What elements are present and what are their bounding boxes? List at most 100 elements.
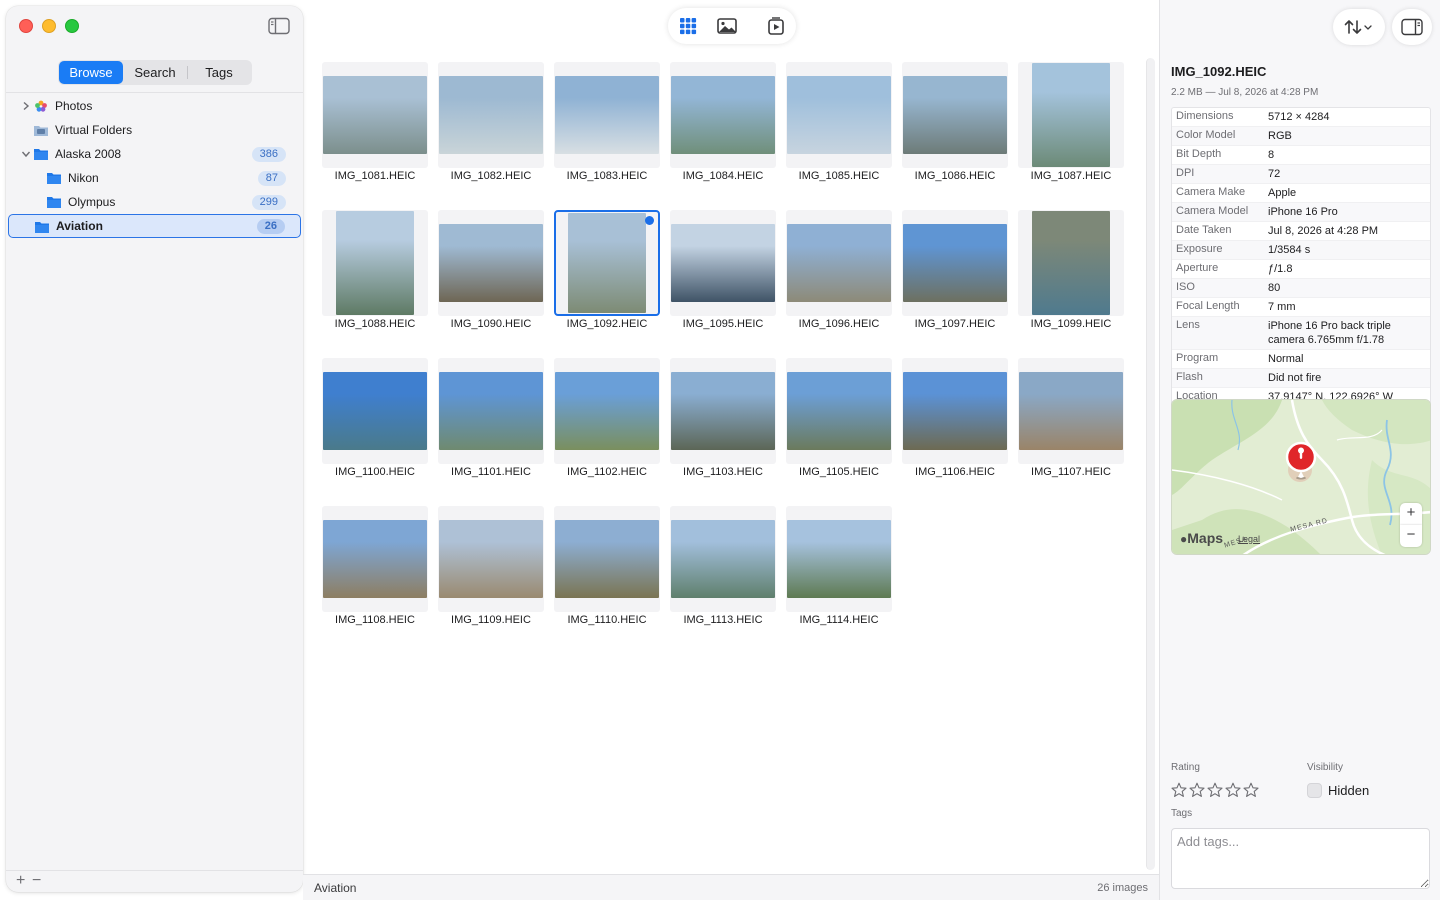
- hidden-checkbox[interactable]: [1307, 783, 1322, 798]
- close-window-button[interactable]: [19, 19, 33, 33]
- thumbnail-item[interactable]: IMG_1102.HEIC: [554, 358, 660, 484]
- location-map[interactable]: MESA RD MESA ●Maps Legal + −: [1171, 399, 1431, 555]
- photo-thumbnail: [439, 372, 543, 450]
- tags-input[interactable]: [1171, 828, 1430, 889]
- thumbnail-frame[interactable]: [438, 62, 544, 168]
- thumbnail-frame[interactable]: [1018, 358, 1124, 464]
- sidebar-item-aviation[interactable]: Aviation 26: [8, 214, 301, 238]
- photo-thumbnail: [903, 224, 1007, 302]
- thumbnail-frame[interactable]: [786, 62, 892, 168]
- thumbnail-item[interactable]: IMG_1092.HEIC: [554, 210, 660, 336]
- metadata-row: Focal Length 7 mm: [1172, 298, 1430, 317]
- thumbnail-filename: IMG_1083.HEIC: [566, 170, 648, 182]
- tags-label: Tags: [1171, 808, 1193, 819]
- map-zoom-out-button[interactable]: −: [1400, 525, 1422, 547]
- thumbnail-frame[interactable]: [786, 358, 892, 464]
- metadata-key: Focal Length: [1176, 300, 1240, 312]
- sidebar-item-label: Alaska 2008: [55, 147, 122, 161]
- tab-tags[interactable]: Tags: [188, 61, 250, 84]
- thumbnail-item[interactable]: IMG_1099.HEIC: [1018, 210, 1124, 336]
- thumbnail-frame[interactable]: [554, 62, 660, 168]
- thumbnail-frame[interactable]: [438, 358, 544, 464]
- thumbnail-frame[interactable]: [786, 210, 892, 316]
- sidebar-item-alaska-2008[interactable]: Alaska 2008 386: [6, 142, 303, 166]
- sidebar-item-label: Aviation: [56, 219, 103, 233]
- photo-view-icon[interactable]: [717, 17, 737, 35]
- star-icon[interactable]: [1171, 782, 1187, 798]
- thumbnail-item[interactable]: IMG_1113.HEIC: [670, 506, 776, 632]
- thumbnail-frame[interactable]: [670, 358, 776, 464]
- thumbnail-item[interactable]: IMG_1107.HEIC: [1018, 358, 1124, 484]
- thumbnail-frame[interactable]: [322, 358, 428, 464]
- thumbnail-frame[interactable]: [322, 210, 428, 316]
- metadata-row: Camera Make Apple: [1172, 184, 1430, 203]
- thumbnail-item[interactable]: IMG_1096.HEIC: [786, 210, 892, 336]
- thumbnail-frame[interactable]: [1018, 62, 1124, 168]
- thumbnail-frame[interactable]: [902, 62, 1008, 168]
- thumbnail-item[interactable]: IMG_1105.HEIC: [786, 358, 892, 484]
- thumbnail-item[interactable]: IMG_1103.HEIC: [670, 358, 776, 484]
- thumbnail-item[interactable]: IMG_1100.HEIC: [322, 358, 428, 484]
- add-folder-button[interactable]: +: [16, 873, 25, 889]
- map-zoom-in-button[interactable]: +: [1400, 503, 1422, 525]
- thumbnail-item[interactable]: IMG_1109.HEIC: [438, 506, 544, 632]
- thumbnail-item[interactable]: IMG_1086.HEIC: [902, 62, 1008, 188]
- thumbnail-filename: IMG_1101.HEIC: [451, 466, 531, 478]
- tab-browse[interactable]: Browse: [59, 61, 123, 84]
- thumbnail-frame[interactable]: [554, 358, 660, 464]
- thumbnail-item[interactable]: IMG_1110.HEIC: [554, 506, 660, 632]
- thumbnail-item[interactable]: IMG_1083.HEIC: [554, 62, 660, 188]
- star-icon[interactable]: [1189, 782, 1205, 798]
- thumbnail-frame[interactable]: [438, 506, 544, 612]
- divider: [6, 92, 303, 93]
- sidebar-toggle-icon[interactable]: [268, 17, 290, 35]
- thumbnail-frame[interactable]: [902, 358, 1008, 464]
- thumbnail-item[interactable]: IMG_1114.HEIC: [786, 506, 892, 632]
- thumbnail-frame[interactable]: [1018, 210, 1124, 316]
- star-icon[interactable]: [1243, 782, 1259, 798]
- sidebar-item-nikon[interactable]: Nikon 87: [6, 166, 303, 190]
- thumbnail-frame[interactable]: [786, 506, 892, 612]
- sidebar-item-photos[interactable]: Photos: [6, 94, 303, 118]
- thumbnail-frame[interactable]: [670, 506, 776, 612]
- thumbnail-frame[interactable]: [554, 210, 660, 316]
- thumbnail-frame[interactable]: [554, 506, 660, 612]
- map-legal-link[interactable]: Legal: [1238, 534, 1260, 544]
- chevron-right-icon[interactable]: [21, 101, 31, 111]
- thumbnail-frame[interactable]: [670, 210, 776, 316]
- thumbnail-item[interactable]: IMG_1081.HEIC: [322, 62, 428, 188]
- chevron-down-icon[interactable]: [21, 149, 31, 159]
- thumbnail-frame[interactable]: [322, 62, 428, 168]
- thumbnail-frame[interactable]: [322, 506, 428, 612]
- thumbnail-item[interactable]: IMG_1087.HEIC: [1018, 62, 1124, 188]
- thumbnail-frame[interactable]: [902, 210, 1008, 316]
- sort-button[interactable]: [1333, 9, 1385, 45]
- zoom-window-button[interactable]: [65, 19, 79, 33]
- thumbnail-item[interactable]: IMG_1095.HEIC: [670, 210, 776, 336]
- slideshow-icon[interactable]: [766, 17, 786, 35]
- grid-scrollbar[interactable]: [1146, 58, 1155, 870]
- grid-view-icon[interactable]: [678, 17, 698, 35]
- thumbnail-item[interactable]: IMG_1084.HEIC: [670, 62, 776, 188]
- remove-folder-button[interactable]: −: [32, 873, 41, 889]
- sidebar-item-olympus[interactable]: Olympus 299: [6, 190, 303, 214]
- thumbnail-item[interactable]: IMG_1108.HEIC: [322, 506, 428, 632]
- inspector-toggle-button[interactable]: [1392, 9, 1432, 45]
- thumbnail-item[interactable]: IMG_1106.HEIC: [902, 358, 1008, 484]
- tab-search[interactable]: Search: [123, 61, 187, 84]
- sidebar-item-label: Virtual Folders: [55, 123, 133, 137]
- thumbnail-item[interactable]: IMG_1097.HEIC: [902, 210, 1008, 336]
- thumbnail-item[interactable]: IMG_1090.HEIC: [438, 210, 544, 336]
- thumbnail-item[interactable]: IMG_1085.HEIC: [786, 62, 892, 188]
- hidden-checkbox-label[interactable]: Hidden: [1328, 783, 1369, 798]
- star-icon[interactable]: [1207, 782, 1223, 798]
- thumbnail-frame[interactable]: [670, 62, 776, 168]
- metadata-key: Color Model: [1176, 129, 1236, 141]
- minimize-window-button[interactable]: [42, 19, 56, 33]
- thumbnail-item[interactable]: IMG_1101.HEIC: [438, 358, 544, 484]
- thumbnail-item[interactable]: IMG_1082.HEIC: [438, 62, 544, 188]
- sidebar-item-virtual-folders[interactable]: Virtual Folders: [6, 118, 303, 142]
- thumbnail-frame[interactable]: [438, 210, 544, 316]
- star-icon[interactable]: [1225, 782, 1241, 798]
- thumbnail-item[interactable]: IMG_1088.HEIC: [322, 210, 428, 336]
